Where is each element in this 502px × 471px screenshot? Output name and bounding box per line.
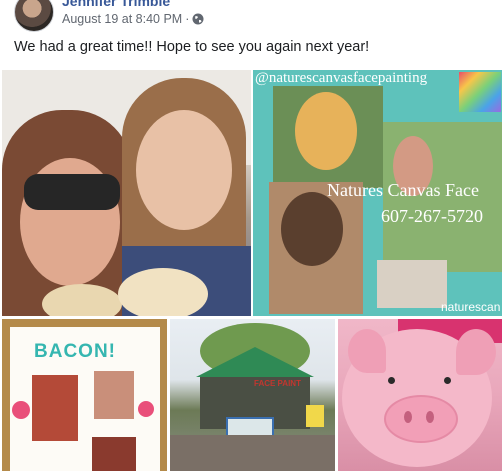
photo-selfie[interactable] (2, 70, 251, 316)
pig-nostril (404, 411, 412, 423)
leopard-paint (295, 92, 357, 170)
author-name[interactable]: Jennifer Trimble (62, 0, 170, 9)
sunglasses (24, 174, 120, 210)
crowd (170, 435, 335, 471)
post-timestamp[interactable]: August 19 at 8:40 PM (62, 12, 182, 26)
cast-photo (377, 260, 447, 308)
author-avatar[interactable] (14, 0, 54, 32)
post-meta: August 19 at 8:40 PM · (62, 12, 204, 28)
boy-face-paint (281, 192, 343, 266)
bacon-photo (92, 437, 136, 471)
rainbow-logo (459, 72, 501, 112)
pig-snout (384, 395, 458, 443)
pig-ear (456, 329, 496, 375)
flower-decoration (138, 401, 154, 417)
photo-pig-balloon[interactable] (338, 319, 502, 471)
yellow-sign (306, 405, 324, 427)
post-text: We had a great time!! Hope to see you ag… (14, 39, 370, 55)
bacon-sign-text: BACON! (34, 341, 116, 362)
flyer-phone: 607-267-5720 (381, 206, 483, 226)
food-plate (42, 284, 122, 316)
flyer-handle: @naturescanvasfacepainting (255, 70, 428, 86)
flyer-title: Natures Canvas Face (327, 180, 479, 200)
photo-facepaint-flyer[interactable]: @naturescanvasfacepainting Natures Canva… (253, 70, 502, 316)
girl-face (136, 110, 232, 230)
flyer-corner-text: naturescan (441, 300, 501, 314)
booth-sign: FACE PAINT (254, 379, 301, 388)
pig-eye (444, 377, 451, 384)
photo-festival-booth[interactable]: FACE PAINT (170, 319, 335, 471)
flower-decoration (12, 401, 30, 419)
pig-eye (388, 377, 395, 384)
photo-bacon-sign[interactable]: BACON! (2, 319, 167, 471)
pig-ear (348, 329, 386, 373)
meta-separator: · (185, 12, 190, 26)
post-header: Jennifer Trimble August 19 at 8:40 PM · (0, 0, 502, 36)
bacon-photo (32, 375, 78, 441)
pig-nostril (426, 411, 434, 423)
globe-icon[interactable] (192, 13, 204, 28)
portrait-photo (94, 371, 134, 419)
food-plate (118, 268, 208, 316)
